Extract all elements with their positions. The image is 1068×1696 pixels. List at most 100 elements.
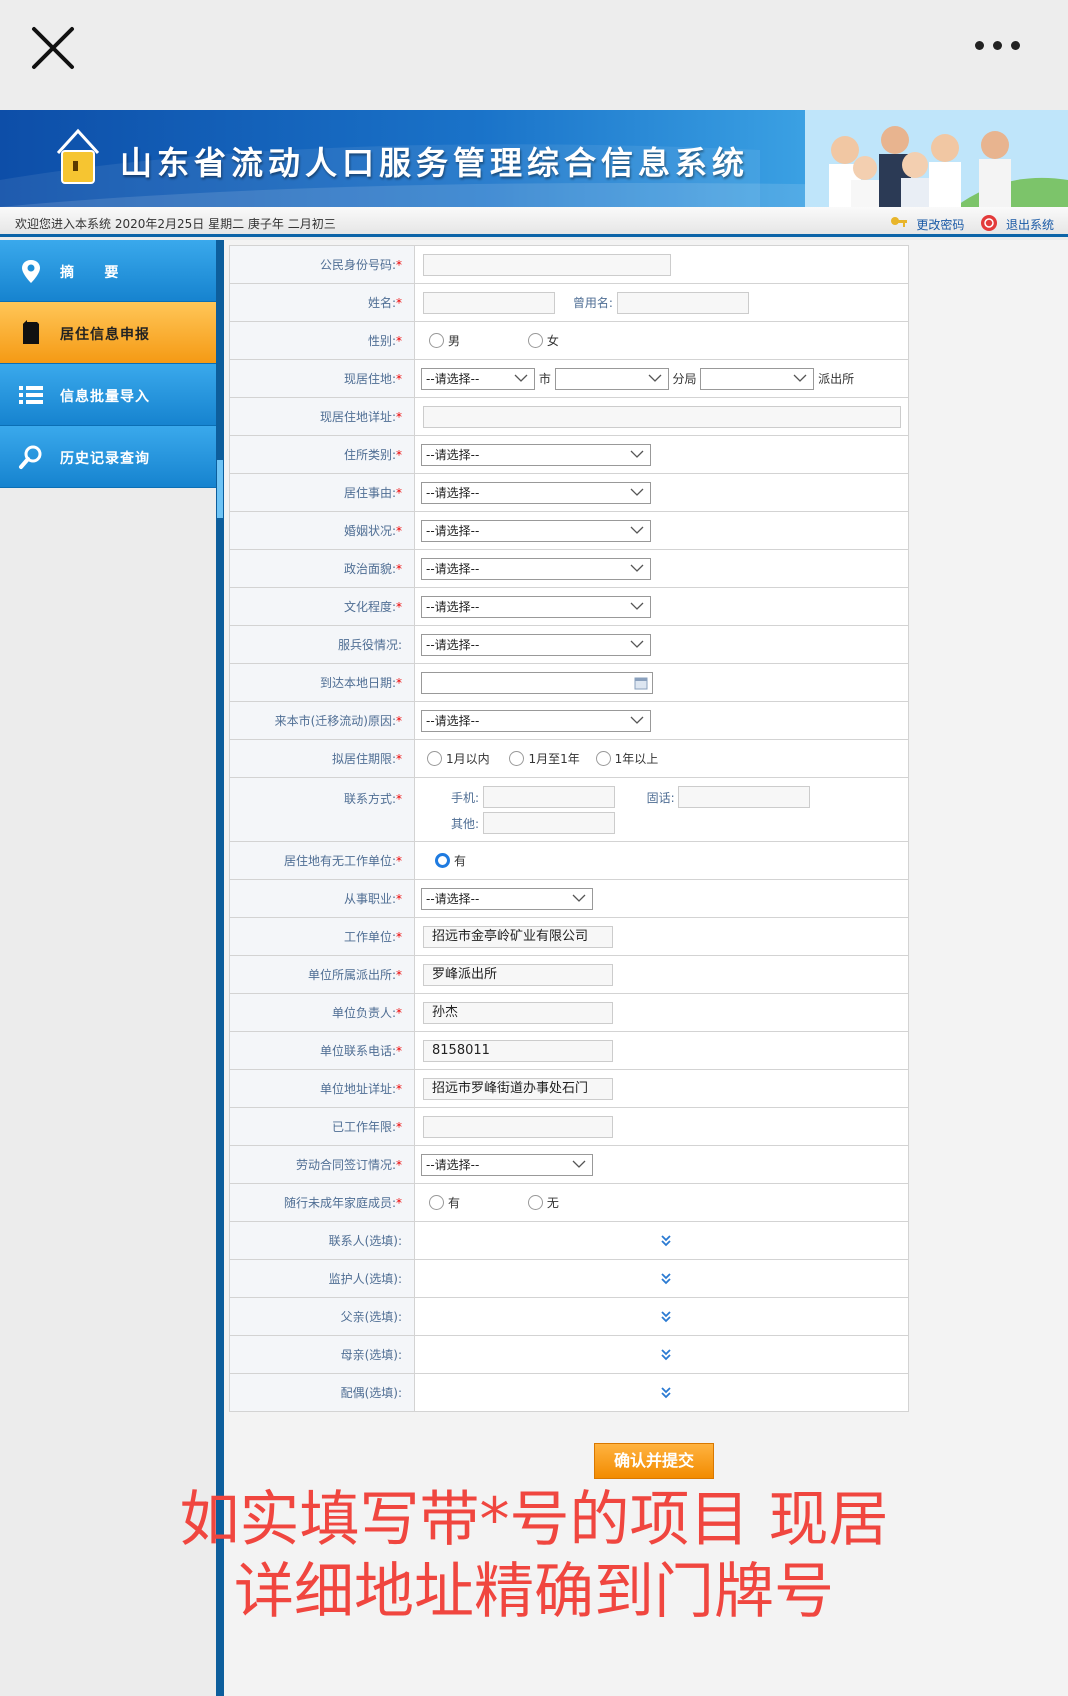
landline-input[interactable]: [678, 786, 811, 808]
former-name-label: 曾用名:: [572, 296, 613, 310]
form-label: 文化程度:*: [229, 587, 415, 626]
submit-button[interactable]: 确认并提交: [594, 1443, 714, 1479]
close-icon[interactable]: [30, 25, 76, 71]
form-label: 从事职业:*: [229, 879, 415, 918]
form-row: 单位负责人:* 孙杰: [229, 993, 909, 1032]
form-row: 工作单位:* 招远市金亭岭矿业有限公司: [229, 917, 909, 956]
app-title: 山东省流动人口服务管理综合信息系统: [120, 144, 750, 182]
info-bar: 欢迎您进入本系统 2020年2月25日 星期二 庚子年 二月初三 更改密码 退出…: [0, 207, 1068, 237]
form-row: 已工作年限:*: [229, 1107, 909, 1146]
form-label: 联系方式:*: [229, 777, 415, 842]
mobile-input[interactable]: [482, 786, 615, 808]
chevron-down-icon: [572, 894, 586, 902]
employer-input[interactable]: 招远市金亭岭矿业有限公司: [423, 925, 613, 948]
form-row: 政治面貌:* --请选择--: [229, 549, 909, 588]
sidebar-divider: [216, 240, 224, 1696]
migration-reason-select[interactable]: --请选择--: [421, 709, 651, 732]
form-label: 服兵役情况:: [229, 625, 415, 664]
has-employer-yes-radio[interactable]: [435, 853, 450, 868]
minor-family-no-radio[interactable]: [527, 1195, 543, 1210]
form-row: 随行未成年家庭成员:* 有 无: [229, 1183, 909, 1222]
sidebar-item-residence-declaration[interactable]: 居住信息申报: [0, 302, 216, 364]
form-row: 住所类别:* --请选择--: [229, 435, 909, 474]
form-row: 服兵役情况: --请选择--: [229, 625, 909, 664]
sidebar-item-summary[interactable]: 摘 要: [0, 240, 216, 302]
form-row: 父亲(选填):: [229, 1297, 909, 1336]
duration-2-radio[interactable]: [509, 751, 525, 766]
occupation-select[interactable]: --请选择--: [421, 887, 593, 910]
form-label: 性别:*: [229, 321, 415, 360]
gender-male-radio[interactable]: [429, 333, 444, 348]
form-row: 来本市(迁移流动)原因:* --请选择--: [229, 701, 909, 740]
former-name-input[interactable]: [616, 291, 749, 314]
form-row: 婚姻状况:* --请选择--: [229, 511, 909, 550]
contact-person-expander[interactable]: [414, 1221, 909, 1260]
duration-3-label: 1年以上: [614, 752, 659, 766]
gender-male-label: 男: [448, 334, 461, 348]
minor-family-yes-radio[interactable]: [429, 1195, 444, 1210]
welcome-text: 欢迎您进入本系统 2020年2月25日 星期二 庚子年 二月初三: [15, 217, 336, 231]
has-employer-yes-label: 有: [454, 854, 467, 868]
political-status-select[interactable]: --请选择--: [421, 557, 651, 580]
form-row: 居住事由:* --请选择--: [229, 473, 909, 512]
chevron-down-icon: [648, 374, 662, 382]
logout-link[interactable]: 退出系统: [1006, 216, 1054, 233]
dwelling-type-select[interactable]: --请选择--: [421, 443, 651, 466]
guardian-expander[interactable]: [414, 1259, 909, 1298]
chevron-down-icon: [630, 640, 644, 648]
employer-phone-input[interactable]: 8158011: [423, 1039, 613, 1062]
change-password-link[interactable]: 更改密码: [916, 216, 964, 233]
residence-detail-input[interactable]: [423, 405, 901, 428]
sidebar-collapse-handle[interactable]: [217, 460, 223, 518]
province-select[interactable]: --请选择--: [421, 367, 535, 390]
years-worked-input[interactable]: [423, 1115, 613, 1138]
sidebar: 摘 要 居住信息申报 信息批量导入 历史记录查询: [0, 240, 216, 1696]
duration-1-radio[interactable]: [427, 751, 442, 766]
chevron-down-icon: [630, 488, 644, 496]
duration-3-radio[interactable]: [595, 751, 611, 766]
chevron-down-icon: [514, 374, 528, 382]
form-label: 母亲(选填):: [229, 1335, 415, 1374]
mother-expander[interactable]: [414, 1335, 909, 1374]
branch-select[interactable]: [700, 367, 815, 390]
form-label: 随行未成年家庭成员:*: [229, 1183, 415, 1222]
chevron-down-icon: [630, 526, 644, 534]
sidebar-item-batch-import[interactable]: 信息批量导入: [0, 364, 216, 426]
form-label: 政治面貌:*: [229, 549, 415, 588]
marital-status-select[interactable]: --请选择--: [421, 519, 651, 542]
instruction-overlay: 如实填写带*号的项目 现居 详细地址精确到门牌号: [0, 1484, 1068, 1628]
sidebar-item-label: 居住信息申报: [60, 327, 150, 343]
double-chevron-down-icon: [660, 1310, 671, 1322]
browser-topbar: [0, 0, 1068, 110]
sidebar-item-history-query[interactable]: 历史记录查询: [0, 426, 216, 488]
gender-female-radio[interactable]: [527, 333, 543, 348]
id-number-input[interactable]: [423, 253, 671, 276]
military-service-select[interactable]: --请选择--: [421, 633, 651, 656]
city-select[interactable]: [554, 367, 669, 390]
residence-reason-select[interactable]: --请选择--: [421, 481, 651, 504]
arrival-date-input[interactable]: [421, 671, 653, 694]
form-row: 联系方式:* 手机: 固话: 其他:: [229, 777, 909, 842]
form-label: 联系人(选填):: [229, 1221, 415, 1260]
double-chevron-down-icon: [660, 1348, 671, 1360]
residence-form: 公民身份号码:* 姓名:* 曾用名: 性别:* 男 女 现居住地:* --请选择…: [229, 245, 909, 1412]
employer-head-input[interactable]: 孙杰: [423, 1001, 613, 1024]
form-row: 从事职业:* --请选择--: [229, 879, 909, 918]
spouse-expander[interactable]: [414, 1373, 909, 1412]
form-label: 现居住地详址:*: [229, 397, 415, 436]
employer-address-input[interactable]: 招远市罗峰街道办事处石门: [423, 1077, 613, 1100]
more-menu-icon[interactable]: [975, 35, 1035, 55]
logo-house-icon: [56, 127, 100, 185]
labor-contract-select[interactable]: --请选择--: [421, 1153, 593, 1176]
father-expander[interactable]: [414, 1297, 909, 1336]
calendar-icon: [634, 677, 648, 689]
form-label: 婚姻状况:*: [229, 511, 415, 550]
education-select[interactable]: --请选择--: [421, 595, 651, 618]
form-label: 公民身份号码:*: [229, 245, 415, 284]
document-icon: [18, 320, 44, 346]
other-contact-input[interactable]: [482, 812, 615, 834]
form-row: 现居住地详址:*: [229, 397, 909, 436]
name-input[interactable]: [423, 291, 555, 314]
employer-station-input[interactable]: 罗峰派出所: [423, 963, 613, 986]
form-row: 母亲(选填):: [229, 1335, 909, 1374]
